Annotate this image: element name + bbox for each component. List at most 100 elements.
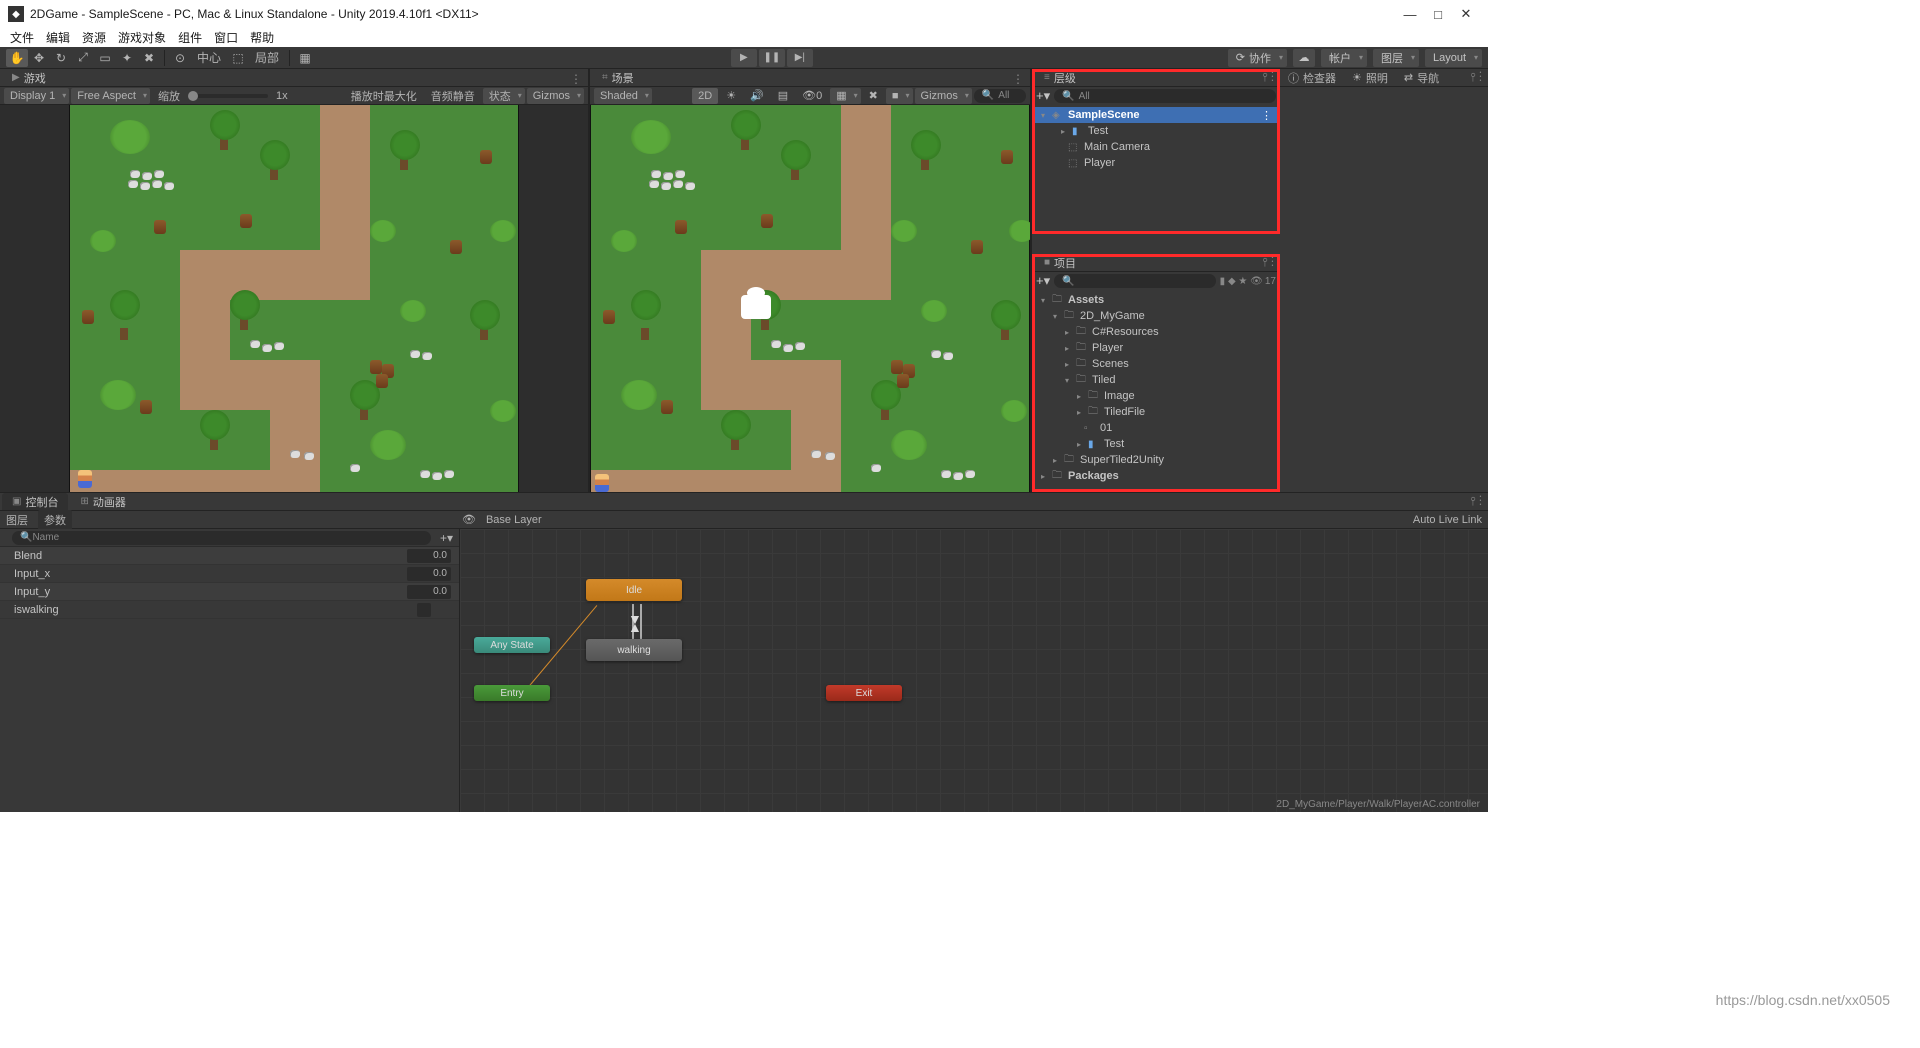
status-dropdown[interactable]: 状态 (483, 88, 525, 104)
lighting-icon[interactable]: ☀ (720, 88, 742, 104)
hierarchy-item-camera[interactable]: ⬚Main Camera (1032, 139, 1280, 155)
tab-lighting[interactable]: ☀照明 (1344, 70, 1396, 86)
project-assets[interactable]: ▾🗀Assets (1032, 292, 1280, 308)
tab-animator[interactable]: ⊞动画器 (70, 493, 135, 510)
menu-assets[interactable]: 资源 (82, 29, 106, 46)
project-item[interactable]: ▸🗀TiledFile (1032, 404, 1280, 420)
panel-menu-icon[interactable]: ⫯ ⋮ (1464, 494, 1488, 509)
animator-graph[interactable]: ▼▲ Idle walking Any State Entry Exit 2D_… (460, 529, 1488, 812)
minimize-button[interactable]: — (1396, 7, 1424, 22)
menu-help[interactable]: 帮助 (250, 29, 274, 46)
tab-menu-icon[interactable]: ⋮ (1006, 72, 1030, 86)
param-checkbox[interactable] (417, 603, 431, 617)
param-value[interactable]: 0.0 (407, 549, 451, 563)
layout-dropdown[interactable]: Layout (1425, 49, 1482, 67)
move-tool-icon[interactable]: ✥ (28, 49, 50, 67)
add-param-button[interactable]: +▾ (431, 531, 453, 545)
tab-scene[interactable]: ⌗场景 (592, 69, 644, 86)
menu-component[interactable]: 组件 (178, 29, 202, 46)
project-filters[interactable]: ▮ ◆ ★ 👁17 (1220, 276, 1276, 287)
custom-tool-icon[interactable]: ✖ (138, 49, 160, 67)
panel-menu-icon[interactable]: ⫯ ⋮ (1256, 70, 1280, 85)
camera-gizmo-icon[interactable] (741, 295, 771, 319)
play-button[interactable]: ▶ (731, 49, 757, 67)
rect-tool-icon[interactable]: ▭ (94, 49, 116, 67)
mute-toggle[interactable]: 音频静音 (425, 88, 481, 104)
param-search[interactable]: 🔍Name (12, 531, 431, 545)
hidden-icon[interactable]: 👁0 (796, 88, 828, 104)
tab-hierarchy[interactable]: ≡层级 (1034, 69, 1086, 86)
animator-node-exit[interactable]: Exit (826, 685, 902, 701)
audio-icon[interactable]: 🔊 (744, 88, 770, 104)
aspect-dropdown[interactable]: Free Aspect (71, 88, 150, 104)
auto-live-link[interactable]: Auto Live Link (1413, 514, 1482, 526)
display-dropdown[interactable]: Display 1 (4, 88, 69, 104)
step-button[interactable]: ▶| (787, 49, 813, 67)
menu-gameobject[interactable]: 游戏对象 (118, 29, 166, 46)
hierarchy-item-player[interactable]: ⬚Player (1032, 155, 1280, 171)
tab-console[interactable]: ▣控制台 (2, 493, 68, 510)
hierarchy-item-test[interactable]: ▸▮Test (1032, 123, 1280, 139)
add-icon[interactable]: +▾ (1036, 88, 1050, 104)
scene-gizmos-dropdown[interactable]: Gizmos (915, 88, 972, 104)
center-toggle[interactable]: 中心 (191, 49, 227, 67)
shading-dropdown[interactable]: Shaded (594, 88, 652, 104)
local-icon[interactable]: ⬚ (227, 49, 249, 67)
hierarchy-search[interactable]: 🔍All (1054, 89, 1276, 103)
param-row[interactable]: Input_x0.0 (0, 565, 459, 583)
tab-navigation[interactable]: ⇄导航 (1396, 70, 1447, 86)
layers-toggle[interactable]: 图层 (6, 512, 28, 528)
tool-icon[interactable]: ✖ (863, 88, 884, 104)
collab-dropdown[interactable]: ⟳协作 (1228, 49, 1287, 67)
project-item[interactable]: ▫01 (1032, 420, 1280, 436)
scale-tool-icon[interactable]: ⤢ (72, 49, 94, 67)
close-button[interactable]: ✕ (1452, 6, 1480, 22)
account-dropdown[interactable]: 帐户 (1321, 49, 1367, 67)
params-toggle[interactable]: 参数 (38, 510, 72, 530)
local-toggle[interactable]: 局部 (249, 49, 285, 67)
project-super[interactable]: ▸🗀SuperTiled2Unity (1032, 452, 1280, 468)
panel-menu-icon[interactable]: ⫯ ⋮ (1464, 70, 1488, 85)
menu-window[interactable]: 窗口 (214, 29, 238, 46)
maximize-button[interactable]: □ (1424, 7, 1452, 22)
param-row[interactable]: iswalking (0, 601, 459, 619)
snap-icon[interactable]: ▦ (294, 49, 316, 67)
param-value[interactable]: 0.0 (407, 585, 451, 599)
param-value[interactable]: 0.0 (407, 567, 451, 581)
layers-dropdown[interactable]: 图层 (1373, 49, 1419, 67)
param-row[interactable]: Blend0.0 (0, 547, 459, 565)
scene-viewport[interactable] (590, 105, 1030, 492)
panel-menu-icon[interactable]: ⫯ ⋮ (1256, 255, 1280, 270)
hierarchy-scene[interactable]: ▾◈SampleScene⋮ (1032, 107, 1280, 123)
maximize-toggle[interactable]: 播放时最大化 (345, 88, 423, 104)
project-mygame[interactable]: ▾🗀2D_MyGame (1032, 308, 1280, 324)
base-layer-breadcrumb[interactable]: Base Layer (486, 514, 542, 526)
project-packages[interactable]: ▸🗀Packages (1032, 468, 1280, 484)
project-item[interactable]: ▸🗀Scenes (1032, 356, 1280, 372)
project-search[interactable]: 🔍 (1054, 274, 1216, 288)
tab-project[interactable]: ■项目 (1034, 254, 1086, 271)
game-viewport[interactable] (0, 105, 588, 492)
fx-icon[interactable]: ▤ (772, 88, 794, 104)
scene-search[interactable]: 🔍All (974, 89, 1026, 103)
animator-node-walking[interactable]: walking (586, 639, 682, 661)
gizmos-dropdown[interactable]: Gizmos (527, 88, 584, 104)
project-item[interactable]: ▸🗀C#Resources (1032, 324, 1280, 340)
animator-node-idle[interactable]: Idle (586, 579, 682, 601)
tab-inspector[interactable]: ⓘ检查器 (1280, 70, 1344, 86)
camera-dropdown[interactable]: ■ (886, 88, 913, 104)
eye-icon[interactable]: 👁 (462, 513, 476, 526)
project-item[interactable]: ▸▮Test (1032, 436, 1280, 452)
animator-node-anystate[interactable]: Any State (474, 637, 550, 653)
pivot-icon[interactable]: ⊙ (169, 49, 191, 67)
project-item[interactable]: ▸🗀Image (1032, 388, 1280, 404)
rotate-tool-icon[interactable]: ↻ (50, 49, 72, 67)
menu-edit[interactable]: 编辑 (46, 29, 70, 46)
menu-file[interactable]: 文件 (10, 29, 34, 46)
transform-tool-icon[interactable]: ✦ (116, 49, 138, 67)
tab-game[interactable]: ▶游戏 (2, 69, 56, 86)
param-row[interactable]: Input_y0.0 (0, 583, 459, 601)
cloud-button[interactable]: ☁ (1293, 49, 1315, 67)
tab-menu-icon[interactable]: ⋮ (564, 72, 588, 86)
grid-dropdown[interactable]: ▦ (830, 88, 860, 104)
